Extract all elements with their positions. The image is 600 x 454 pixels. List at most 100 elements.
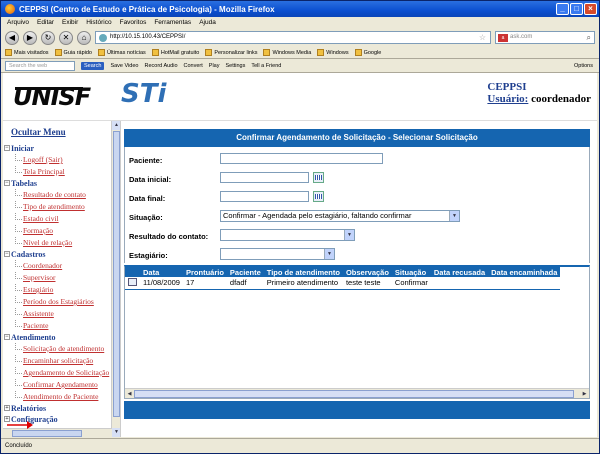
menu-ferramentas[interactable]: Ferramentas [154,19,191,26]
hide-menu-link[interactable]: Ocultar Menu [11,127,111,137]
scroll-up-icon[interactable]: ▲ [112,121,120,130]
options-button[interactable]: Options [574,63,593,69]
sidebar-item[interactable]: Coordenador [11,260,111,272]
reload-icon[interactable]: ↻ [41,30,55,45]
grid-header-cell[interactable]: Observação [342,267,392,277]
sidebar-item[interactable]: Encaminhar solicitação [11,355,111,367]
sidebar-group-2[interactable]: − Cadastros [4,249,111,260]
sidebar-item[interactable]: Estado civil [11,213,111,225]
grid-header-cell[interactable]: Situação [391,267,431,277]
bookmark-personalizar-links[interactable]: Personalizar links [205,49,257,56]
record-audio-button[interactable]: Record Audio [144,63,177,69]
home-icon[interactable]: ⌂ [77,30,91,45]
situacao-select[interactable]: Confirmar - Agendada pelo estagiário, fa… [220,210,460,222]
sidebar-group-3[interactable]: − Atendimento [4,332,111,343]
bookmark-windows[interactable]: Windows [317,49,349,56]
sidebar-vertical-scrollbar[interactable]: ▲ ▼ [111,121,120,437]
stop-icon[interactable]: ✕ [59,30,73,45]
menu-ajuda[interactable]: Ajuda [199,19,216,26]
grid-header-cell[interactable]: Tipo de atendimento [263,267,343,277]
toolbar-search-input[interactable]: Search the web [5,60,75,71]
collapse-icon[interactable]: − [4,145,10,151]
scroll-thumb[interactable] [134,390,574,398]
scroll-left-icon[interactable]: ◀ [125,389,134,398]
calendar-icon[interactable] [313,191,324,202]
data-inicial-input[interactable] [220,172,309,183]
data-final-input[interactable] [220,191,309,202]
url-field[interactable]: http://10.15.100.43/CEPPSI/ ☆ [95,31,491,44]
grid-header-cell[interactable]: Data encaminhada [488,267,561,277]
sidebar-horizontal-scrollbar[interactable] [3,428,112,437]
play-button[interactable]: Play [209,63,220,69]
minimize-button[interactable]: _ [556,3,569,15]
collapse-icon[interactable]: − [4,334,10,340]
settings-button[interactable]: Settings [225,63,245,69]
close-button[interactable]: × [584,3,597,15]
menu-favoritos[interactable]: Favoritos [120,19,147,26]
ask-engine-icon[interactable]: a [498,34,508,42]
sidebar-group-label: Cadastros [11,250,46,259]
bookmark-guia-rapido[interactable]: Guia rápido [54,49,92,56]
browser-search-input[interactable]: a ask.com ⌕ [495,31,595,44]
sidebar-item[interactable]: Atendimento de Paciente [11,391,111,403]
maximize-button[interactable]: □ [570,3,583,15]
table-row[interactable]: 11/08/2009 17 dfadf Primeiro atendimento tes… [125,277,561,290]
chevron-down-icon[interactable]: ▼ [344,230,354,240]
sidebar-item[interactable]: Formação [11,225,111,237]
convert-button[interactable]: Convert [184,63,203,69]
scroll-thumb[interactable] [113,131,120,417]
forward-button[interactable]: ▶ [23,30,37,45]
sidebar-item[interactable]: Tipo de atendimento [11,201,111,213]
bookmark-mais-visitados[interactable]: Mais visitados [5,49,49,56]
sidebar-group-4[interactable]: + Relatórios [4,403,111,414]
collapse-icon[interactable]: − [4,251,10,257]
bookmark-ultimas-noticias[interactable]: Últimas notícias [97,49,146,56]
chevron-down-icon[interactable]: ▼ [324,249,334,259]
bookmark-google[interactable]: Google [354,49,381,56]
paciente-input[interactable] [220,153,383,164]
grid-header-cell[interactable]: Data recusada [430,267,489,277]
grid-header-cell[interactable]: Prontuário [182,267,227,277]
sidebar-item[interactable]: Nível de relação [11,237,111,249]
sidebar-item[interactable]: Assistente [11,308,111,320]
tell-a-friend-button[interactable]: Tell a Friend [251,63,281,69]
toolbar-search-button[interactable]: Search [81,61,105,70]
sidebar-item[interactable]: Estagiário [11,284,111,296]
grid-horizontal-scrollbar[interactable]: ◀ ▶ [125,388,589,398]
resultado-contato-select[interactable]: ▼ [220,229,355,241]
sidebar-item[interactable]: Confirmar Agendamento [11,379,111,391]
calendar-icon[interactable] [313,172,324,183]
sidebar-item[interactable]: Tela Principal [11,166,111,178]
grid-header-cell[interactable]: Data [140,267,183,277]
menu-historico[interactable]: Histórico [86,19,111,26]
back-button[interactable]: ◀ [5,30,19,45]
select-row-icon[interactable] [128,277,137,286]
menu-editar[interactable]: Editar [37,19,54,26]
title-bar: CEPPSI (Centro de Estudo e Prática de Ps… [1,1,599,17]
sidebar-item[interactable]: Supervisor [11,272,111,284]
menu-arquivo[interactable]: Arquivo [7,19,29,26]
save-video-button[interactable]: Save Video [110,63,138,69]
search-icon[interactable]: ⌕ [587,32,591,43]
sidebar-item[interactable]: Agendamento de Solicitação [11,367,111,379]
menu-exibir[interactable]: Exibir [62,19,78,26]
sidebar-group-0[interactable]: − Iniciar [4,143,111,154]
sidebar-item[interactable]: Período dos Estagiários [11,296,111,308]
expand-icon[interactable]: + [4,405,10,411]
estagiario-select[interactable]: ▼ [220,248,335,260]
bookmark-windows-media[interactable]: Windows Media [263,49,311,56]
bookmark-star-icon[interactable]: ☆ [479,32,486,43]
grid-header-cell[interactable]: Paciente [226,267,264,277]
row-select-cell[interactable] [125,277,140,290]
chevron-down-icon[interactable]: ▼ [449,211,459,221]
sidebar-group-1[interactable]: − Tabelas [4,178,111,189]
scroll-down-icon[interactable]: ▼ [112,428,120,437]
sidebar-item[interactable]: Logoff (Sair) [11,154,111,166]
sidebar-item[interactable]: Solicitação de atendimento [11,343,111,355]
sidebar-item[interactable]: Resultado de contato [11,189,111,201]
bookmark-hotmail[interactable]: HotMail gratuito [151,49,199,56]
collapse-icon[interactable]: − [4,180,10,186]
sidebar-item[interactable]: Paciente [11,320,111,332]
scroll-right-icon[interactable]: ▶ [580,389,589,398]
scroll-thumb[interactable] [12,430,82,437]
